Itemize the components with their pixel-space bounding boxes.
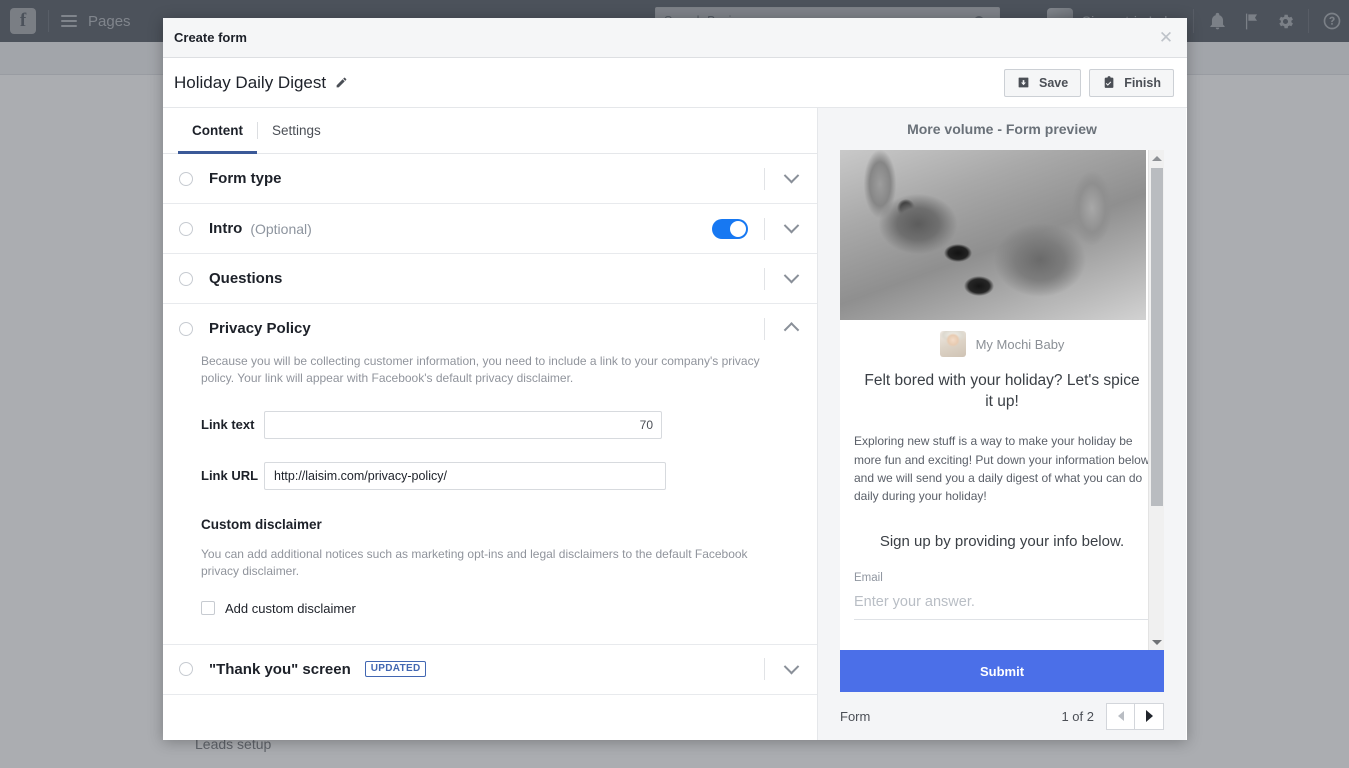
create-form-modal: Create form ✕ Holiday Daily Digest Save … <box>163 18 1187 740</box>
section-privacy-policy-title: Privacy Policy <box>209 320 311 337</box>
preview-brand: My Mochi Baby <box>854 331 1150 357</box>
preview-subheading: Sign up by providing your info below. <box>879 532 1125 550</box>
prev-page-button[interactable] <box>1106 702 1135 730</box>
triangle-down-icon[interactable] <box>1149 634 1164 650</box>
finish-button-label: Finish <box>1124 75 1161 90</box>
section-questions: Questions <box>163 254 817 304</box>
preview-scroll-area: My Mochi Baby Felt bored with your holid… <box>840 150 1164 650</box>
section-form-type-title: Form type <box>209 170 282 187</box>
tab-settings-label: Settings <box>272 123 321 138</box>
section-thank-you-title: "Thank you" screen <box>209 660 351 678</box>
save-button[interactable]: Save <box>1003 68 1082 97</box>
chevron-down-icon[interactable] <box>765 254 817 303</box>
section-thank-you-header[interactable]: "Thank you" screen UPDATED <box>163 645 817 694</box>
editor-tabs: Content Settings <box>163 108 817 154</box>
section-questions-title: Questions <box>209 270 283 287</box>
submit-button[interactable]: Submit <box>840 650 1164 692</box>
add-custom-disclaimer-label: Add custom disclaimer <box>225 600 356 616</box>
modal-body: Content Settings Form type Intro (Option… <box>163 108 1187 740</box>
preview-frame: My Mochi Baby Felt bored with your holid… <box>840 150 1164 692</box>
chevron-up-icon[interactable] <box>765 304 817 353</box>
section-status-radio-icon[interactable] <box>179 662 193 677</box>
link-url-input[interactable] <box>264 461 666 490</box>
modal-subheader: Holiday Daily Digest Save Finish <box>163 58 1187 108</box>
preview-email-input[interactable]: Enter your answer. <box>854 594 1150 621</box>
hero-image <box>840 150 1146 320</box>
section-thank-you-screen: "Thank you" screen UPDATED <box>163 645 817 695</box>
intro-toggle[interactable] <box>712 218 748 239</box>
chevron-down-icon[interactable] <box>765 154 817 203</box>
section-form-type-header[interactable]: Form type <box>163 154 817 203</box>
custom-disclaimer-text: You can add additional notices such as m… <box>201 546 748 579</box>
preview-email-label: Email <box>854 572 883 585</box>
close-icon[interactable]: ✕ <box>1157 28 1175 47</box>
finish-button[interactable]: Finish <box>1089 68 1174 97</box>
section-intro: Intro (Optional) <box>163 204 817 254</box>
section-intro-header[interactable]: Intro (Optional) <box>163 204 817 253</box>
link-text-field-row: Link text 70 <box>201 410 801 439</box>
next-page-button[interactable] <box>1135 702 1164 730</box>
modal-actions: Save Finish <box>1003 68 1174 97</box>
preview-scrollbar[interactable] <box>1148 150 1164 650</box>
status-badge: UPDATED <box>364 661 427 678</box>
section-questions-header[interactable]: Questions <box>163 254 817 303</box>
link-text-label: Link text <box>201 417 255 433</box>
preview-page-count: 1 of 2 <box>1061 708 1094 724</box>
modal-title: Create form <box>174 30 247 45</box>
link-url-label: Link URL <box>201 468 259 484</box>
add-custom-disclaimer-checkbox[interactable] <box>201 601 215 616</box>
tab-content-label: Content <box>192 123 243 138</box>
section-status-radio-icon[interactable] <box>179 321 193 336</box>
section-privacy-policy: Privacy Policy Because you will be colle… <box>163 304 817 645</box>
section-intro-optional-label: (Optional) <box>250 220 312 237</box>
section-status-radio-icon[interactable] <box>179 271 193 286</box>
preview-footer-label: Form <box>840 708 871 724</box>
section-privacy-policy-header[interactable]: Privacy Policy <box>163 304 817 353</box>
section-intro-title: Intro <box>209 220 243 237</box>
modal-header: Create form ✕ <box>163 18 1187 58</box>
preview-content: My Mochi Baby Felt bored with your holid… <box>840 320 1164 621</box>
pencil-icon[interactable] <box>335 76 348 89</box>
custom-disclaimer-heading: Custom disclaimer <box>201 516 322 532</box>
privacy-policy-body: Because you will be collecting customer … <box>163 353 817 644</box>
add-custom-disclaimer-row[interactable]: Add custom disclaimer <box>201 601 801 616</box>
link-text-input[interactable] <box>264 410 662 439</box>
tab-content[interactable]: Content <box>178 108 257 154</box>
preview-paragraph: Exploring new stuff is a way to make you… <box>854 434 1150 504</box>
privacy-help-text: Because you will be collecting customer … <box>201 354 760 386</box>
save-button-label: Save <box>1038 75 1069 90</box>
scrollbar-thumb[interactable] <box>1151 168 1163 506</box>
section-status-radio-icon[interactable] <box>179 221 193 236</box>
tab-settings[interactable]: Settings <box>258 108 335 153</box>
preview-title: More volume - Form preview <box>907 121 1097 137</box>
section-form-type: Form type <box>163 154 817 204</box>
chevron-down-icon[interactable] <box>765 645 817 694</box>
form-preview-pane: More volume - Form preview My Mochi Baby… <box>818 108 1186 740</box>
avatar <box>939 331 966 357</box>
preview-brand-name: My Mochi Baby <box>975 336 1065 352</box>
preview-footer: Form 1 of 2 <box>840 692 1164 740</box>
preview-headline: Felt bored with your holiday? Let's spic… <box>864 372 1140 410</box>
accordion-sections: Form type Intro (Optional) Questions Pri… <box>163 154 817 740</box>
chevron-down-icon[interactable] <box>765 204 817 253</box>
form-name: Holiday Daily Digest <box>174 72 327 92</box>
form-editor-pane: Content Settings Form type Intro (Option… <box>163 108 818 740</box>
section-status-radio-icon[interactable] <box>179 171 193 186</box>
link-url-field-row: Link URL <box>201 461 801 490</box>
triangle-up-icon[interactable] <box>1149 150 1164 166</box>
